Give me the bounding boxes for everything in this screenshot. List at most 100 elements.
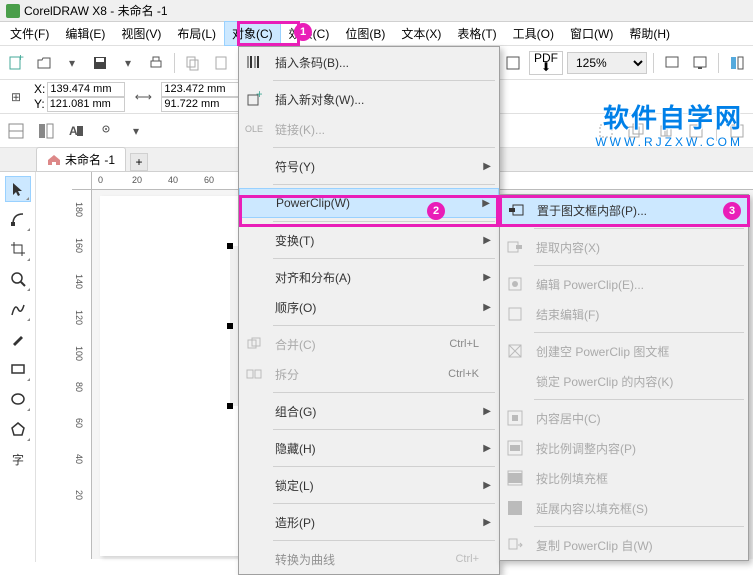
svg-text:+: + [17,55,24,64]
submenu-fit-proportional: 按比例调整内容(P) [500,433,748,463]
layout-button[interactable] [725,51,749,75]
menu-order[interactable]: 顺序(O)▶ [239,292,499,322]
split-icon [239,359,269,389]
pdf-export-button[interactable]: PDF⬇ [529,51,563,75]
home-icon [47,154,61,166]
snap-button[interactable] [501,51,525,75]
menu-hide[interactable]: 隐藏(H)▶ [239,433,499,463]
zoom-tool[interactable] [5,266,31,292]
place-inside-icon [501,196,531,224]
menu-tools[interactable]: 工具(O) [505,21,562,46]
svg-text:A: A [69,124,78,138]
selection-handle[interactable] [227,403,233,409]
chevron-right-icon: ▶ [483,272,491,283]
menu-object[interactable]: 对象(C) [224,21,281,46]
save-button[interactable] [88,51,112,75]
chevron-right-icon: ▶ [483,235,491,246]
copy-button[interactable] [181,51,205,75]
pb-dropdown[interactable]: ▾ [124,119,148,143]
polygon-tool[interactable] [5,416,31,442]
crop-tool[interactable] [5,236,31,262]
menu-combine: 合并(C)Ctrl+L [239,329,499,359]
chevron-right-icon: ▶ [482,198,490,209]
selection-handle[interactable] [227,323,233,329]
menu-view[interactable]: 视图(V) [113,21,169,46]
menu-align-distribute[interactable]: 对齐和分布(A)▶ [239,262,499,292]
object-menu-dropdown: 插入条码(B)... +插入新对象(W)... OLE链接(K)... 符号(Y… [238,46,500,575]
callout-3-badge: 3 [723,202,741,220]
chevron-right-icon: ▶ [483,443,491,454]
zoom-select[interactable]: 125% [567,52,647,74]
submenu-copy-from: 复制 PowerClip 自(W) [500,530,748,560]
menu-text[interactable]: 文本(X) [393,21,449,46]
shape-tool[interactable] [5,206,31,232]
pb-icon-1[interactable] [4,119,28,143]
new-button[interactable]: + [4,51,28,75]
artistic-media-tool[interactable] [5,326,31,352]
pb-icon-4[interactable] [94,119,118,143]
menu-insert-barcode[interactable]: 插入条码(B)... [239,47,499,77]
menu-file[interactable]: 文件(F) [2,21,57,46]
menu-group[interactable]: 组合(G)▶ [239,396,499,426]
menu-bar: 文件(F) 编辑(E) 视图(V) 布局(L) 对象(C) 效果(C) 位图(B… [0,22,753,46]
powerclip-submenu: 置于图文框内部(P)... 提取内容(X) 编辑 PowerClip(E)...… [499,194,749,561]
open-dropdown[interactable]: ▾ [60,51,84,75]
open-button[interactable] [32,51,56,75]
rectangle-tool[interactable] [5,356,31,382]
x-input[interactable] [47,82,125,97]
menu-links: OLE链接(K)... [239,114,499,144]
freehand-tool[interactable] [5,296,31,322]
svg-text:+: + [256,91,262,101]
fullscreen-button[interactable] [660,51,684,75]
watermark: 软件自学网 WWW.RJZXW.COM [595,98,743,149]
paste-button[interactable] [209,51,233,75]
menu-window[interactable]: 窗口(W) [562,21,621,46]
submenu-create-empty: 创建空 PowerClip 图文框 [500,336,748,366]
document-tab[interactable]: 未命名 -1 [36,147,126,171]
svg-text:字: 字 [12,452,24,467]
height-input[interactable] [161,97,239,112]
empty-frame-icon [500,336,530,366]
app-icon [6,4,20,18]
title-bar: CorelDRAW X8 - 未命名 -1 [0,0,753,22]
submenu-center: 内容居中(C) [500,403,748,433]
menu-help[interactable]: 帮助(H) [621,21,678,46]
text-tool[interactable]: 字 [5,446,31,472]
menu-bitmap[interactable]: 位图(B) [337,21,393,46]
grid-icon[interactable]: ⊞ [4,85,28,109]
menu-transform[interactable]: 变换(T)▶ [239,225,499,255]
center-icon [500,403,530,433]
ellipse-tool[interactable] [5,386,31,412]
edit-powerclip-icon [500,269,530,299]
y-input[interactable] [47,97,125,112]
submenu-finish-edit: 结束编辑(F) [500,299,748,329]
menu-edit[interactable]: 编辑(E) [57,21,113,46]
tab-label: 未命名 -1 [65,151,115,168]
barcode-icon [239,47,269,77]
menu-convert-curves[interactable]: 转换为曲线Ctrl+ [239,544,499,574]
print-button[interactable] [144,51,168,75]
size-icon: ⟷ [131,85,155,109]
save-dropdown[interactable]: ▾ [116,51,140,75]
pick-tool[interactable] [5,176,31,202]
submenu-place-inside[interactable]: 置于图文框内部(P)... [500,195,748,225]
menu-symbol[interactable]: 符号(Y)▶ [239,151,499,181]
add-tab-button[interactable]: + [130,153,148,171]
ole-icon: OLE [239,114,269,144]
submenu-extract: 提取内容(X) [500,232,748,262]
screen-button[interactable] [688,51,712,75]
menu-table[interactable]: 表格(T) [449,21,504,46]
position-group: X: Y: [34,82,125,112]
menu-lock[interactable]: 锁定(L)▶ [239,470,499,500]
pb-icon-2[interactable] [34,119,58,143]
extract-icon [500,232,530,262]
chevron-right-icon: ▶ [483,161,491,172]
pb-icon-3[interactable]: A [64,119,88,143]
width-input[interactable] [161,82,239,97]
selection-handle[interactable] [227,243,233,249]
menu-layout[interactable]: 布局(L) [169,21,224,46]
menu-insert-new-object[interactable]: +插入新对象(W)... [239,84,499,114]
menu-shaping[interactable]: 造形(P)▶ [239,507,499,537]
menu-powerclip[interactable]: PowerClip(W)▶ [239,188,499,218]
fit-prop-icon [500,433,530,463]
